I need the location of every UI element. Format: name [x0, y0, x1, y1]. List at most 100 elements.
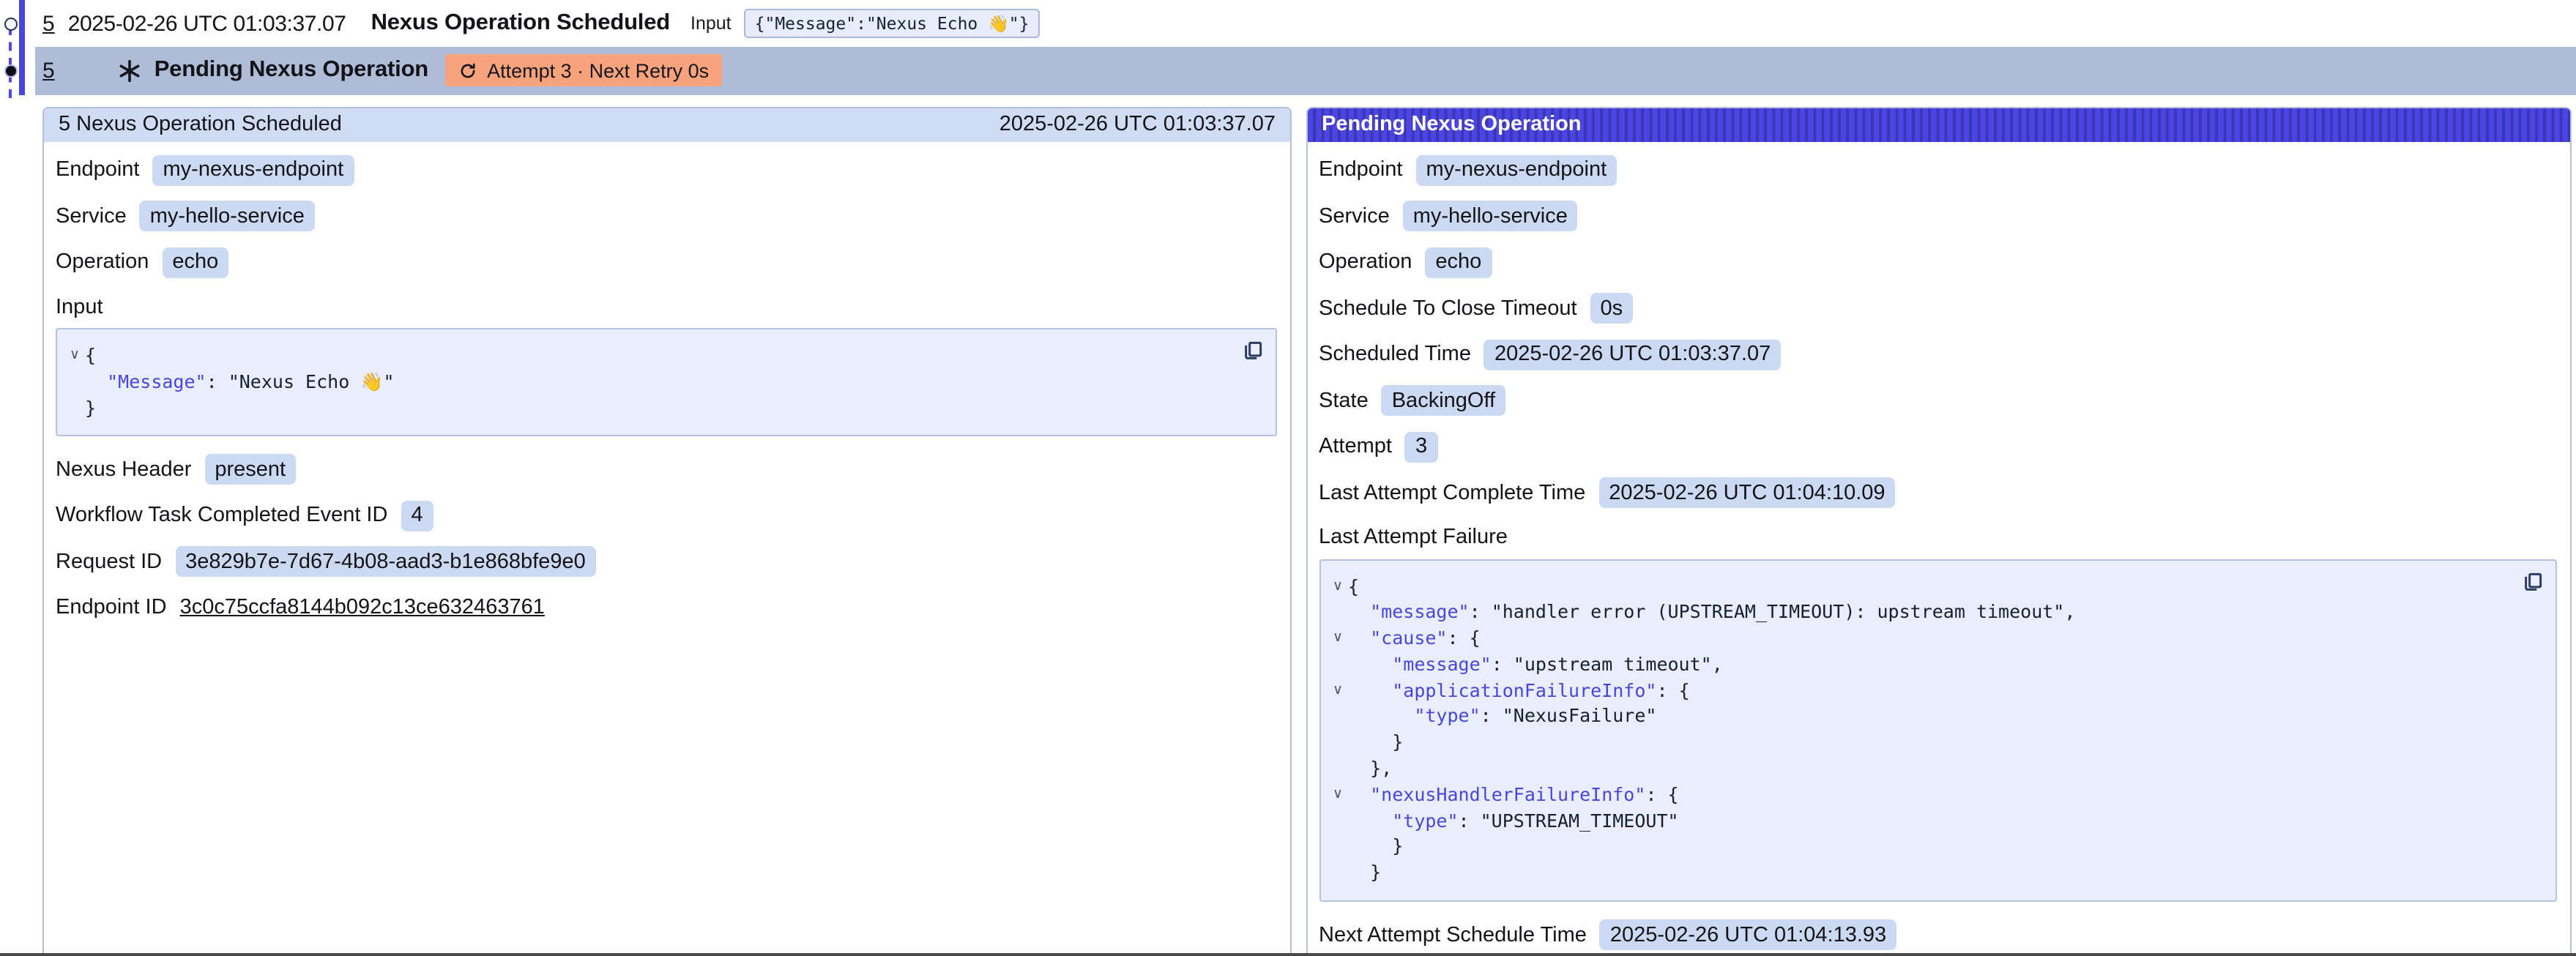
code-text: "message": "handler error (UPSTREAM_TIME… [1348, 600, 2075, 626]
collapse-chevron-icon[interactable]: ∨ [1328, 625, 1348, 651]
field-value-badge: echo [1425, 247, 1492, 277]
field-row: Attempt 3 [1319, 431, 2557, 462]
event-title: Nexus Operation Scheduled [371, 10, 670, 37]
event-history-detail-view: 5 2025-02-26 UTC 01:03:37.07 Nexus Opera… [0, 0, 2576, 956]
event-id-link[interactable]: 5 [42, 11, 55, 36]
event-row-pending-selected[interactable]: 5 Pending Nexus Operation Attempt 3 · Ne… [35, 46, 2576, 94]
field-value-badge: 3 [1405, 431, 1437, 462]
collapse-chevron-icon[interactable]: ∨ [1328, 573, 1348, 600]
endpoint-id-link[interactable]: 3c0c75ccfa8144b092c13ce632463761 [180, 597, 545, 620]
field-row: Last Attempt Complete Time 2025-02-26 UTC… [1319, 477, 2557, 508]
field-label: Schedule To Close Timeout [1319, 296, 1577, 320]
field-value-badge: BackingOff [1382, 385, 1505, 416]
code-text: "Message": "Nexus Echo 👋" [85, 369, 395, 395]
scheduled-panel-timestamp: 2025-02-26 UTC 01:03:37.07 [999, 113, 1276, 136]
code-line: ∨ "type": "UPSTREAM_TIMEOUT" [1328, 807, 2512, 834]
field-value-badge: 0s [1590, 293, 1634, 324]
field-value-badge: my-nexus-endpoint [153, 154, 354, 185]
field-row: Operation echo [56, 247, 1277, 277]
field-row: Operationecho [1319, 247, 2557, 277]
code-text: }, [1348, 755, 1392, 782]
code-text: } [1348, 730, 1403, 756]
copy-icon[interactable] [1242, 340, 1264, 362]
code-line: ∨ "Message": "Nexus Echo 👋" [64, 369, 1232, 395]
pending-event-title: Pending Nexus Operation [155, 57, 428, 83]
code-line: ∨ } [1328, 730, 2512, 756]
field-label: Service [1319, 204, 1390, 228]
field-row: Endpoint ID 3c0c75ccfa8144b092c13ce632463… [56, 593, 1277, 624]
code-text: { [1348, 573, 1359, 600]
field-label: State [1319, 389, 1369, 412]
event-id-link[interactable]: 5 [42, 58, 55, 83]
code-text: } [1348, 834, 1403, 860]
field-value-badge: my-hello-service [140, 201, 315, 231]
field-value-badge: 3e829b7e-7d67-4b08-aad3-b1e868bfe9e0 [175, 547, 596, 578]
collapse-chevron-icon[interactable]: ∨ [64, 343, 85, 369]
input-json-viewer: ∨{∨ "Message": "Nexus Echo 👋"∨} [56, 328, 1277, 437]
code-text: "nexusHandlerFailureInfo": { [1348, 782, 1679, 808]
event-timestamp: 2025-02-26 UTC 01:03:37.07 [68, 11, 346, 36]
field-label: Nexus Header [56, 458, 191, 482]
field-label: Operation [56, 250, 149, 274]
code-text: "message": "upstream timeout", [1348, 651, 1723, 678]
field-value-badge: 2025-02-26 UTC 01:04:13.93 [1600, 919, 1896, 950]
timeline-connector-line [10, 26, 12, 98]
code-text: "type": "UPSTREAM_TIMEOUT" [1348, 807, 1679, 834]
scheduled-panel-header: 5 Nexus Operation Scheduled 2025-02-26 U… [44, 108, 1290, 141]
field-label: Endpoint [1319, 158, 1403, 182]
active-event-indicator-bar [18, 0, 24, 94]
field-row: State BackingOff [1319, 385, 2557, 416]
field-label: Next Attempt Schedule Time [1319, 923, 1587, 946]
timeline-filled-circle-icon [4, 64, 18, 77]
code-line: ∨ "message": "upstream timeout", [1328, 651, 2512, 678]
pending-panel-header: Pending Nexus Operation [1307, 108, 2570, 141]
field-value-badge: 4 [401, 501, 433, 531]
collapse-chevron-icon[interactable]: ∨ [1328, 677, 1348, 703]
timeline-open-circle-icon [4, 18, 18, 31]
input-section-label: Input [56, 295, 103, 318]
pending-panel-title: Pending Nexus Operation [1322, 113, 1582, 136]
field-value-badge: 2025-02-26 UTC 01:03:37.07 [1484, 339, 1781, 370]
field-row: Servicemy-hello-service [1319, 201, 2557, 231]
field-row: Scheduled Time 2025-02-26 UTC 01:03:37.07 [1319, 339, 2557, 370]
field-label: Last Attempt Complete Time [1319, 481, 1585, 504]
field-label: Request ID [56, 550, 162, 574]
field-value-badge: present [204, 455, 296, 485]
code-line: ∨ }, [1328, 755, 2512, 782]
event-input-value-badge[interactable]: {"Message":"Nexus Echo 👋"} [745, 9, 1040, 38]
field-row: Endpoint my-nexus-endpoint [1319, 154, 2557, 185]
copy-icon[interactable] [2522, 570, 2544, 592]
retry-icon [458, 61, 477, 80]
window-bottom-edge [0, 952, 2576, 956]
field-label: Scheduled Time [1319, 343, 1471, 366]
code-text: "cause": { [1348, 625, 1481, 651]
field-value-badge: my-nexus-endpoint [1416, 154, 1618, 185]
code-line: ∨ } [1328, 860, 2512, 886]
code-line: ∨} [64, 395, 1232, 421]
code-line: ∨ "message": "handler error (UPSTREAM_TI… [1328, 600, 2512, 626]
field-row: Workflow Task Completed Event ID4 [56, 501, 1277, 531]
failure-json-viewer: ∨{∨ "message": "handler error (UPSTREAM_… [1319, 559, 2557, 902]
event-input-label: Input [690, 13, 732, 34]
field-row: Endpoint my-nexus-endpoint [56, 154, 1277, 185]
scheduled-panel-title: 5 Nexus Operation Scheduled [59, 113, 342, 136]
field-row: Schedule To Close Timeout 0s [1319, 293, 2557, 324]
field-label: Endpoint [56, 158, 140, 182]
field-label: Attempt [1319, 435, 1392, 458]
collapse-chevron-icon[interactable]: ∨ [1328, 782, 1348, 808]
code-line: ∨ "applicationFailureInfo": { [1328, 677, 2512, 703]
event-row-scheduled[interactable]: 5 2025-02-26 UTC 01:03:37.07 Nexus Opera… [35, 1, 2576, 45]
field-label: Service [56, 204, 127, 228]
scheduled-event-detail-panel: 5 Nexus Operation Scheduled 2025-02-26 U… [42, 106, 1292, 956]
field-value-badge: echo [162, 247, 228, 277]
pending-asterisk-icon [119, 59, 141, 81]
retry-status-badge: Attempt 3 · Next Retry 0s [444, 54, 722, 86]
pending-operation-detail-panel: Pending Nexus Operation Endpoint my-nexus… [1306, 106, 2572, 956]
code-text: } [85, 395, 96, 421]
code-text: "applicationFailureInfo": { [1348, 677, 1690, 703]
code-line: ∨ "type": "NexusFailure" [1328, 703, 2512, 730]
field-value-badge: 2025-02-26 UTC 01:04:10.09 [1598, 477, 1895, 508]
field-row: Request ID 3e829b7e-7d67-4b08-aad3-b1e868… [56, 547, 1277, 578]
code-text: } [1348, 860, 1381, 886]
field-label: Endpoint ID [56, 597, 167, 620]
